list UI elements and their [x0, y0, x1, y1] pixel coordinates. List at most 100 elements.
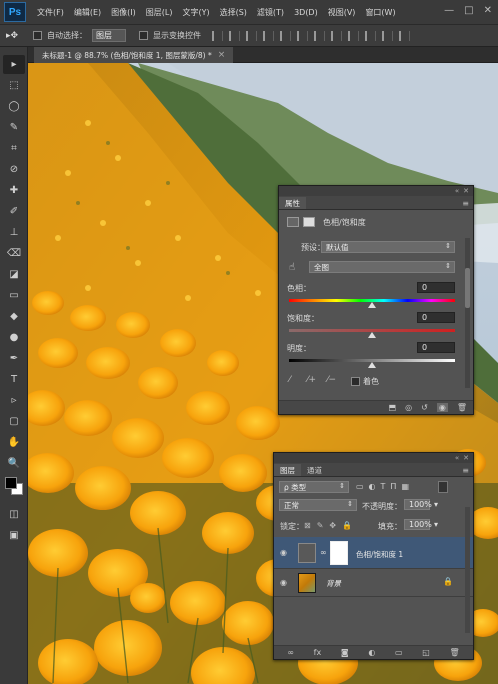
auto-select-dropdown[interactable]: 图层	[92, 29, 126, 42]
layer-hue-saturation[interactable]: ◉ ∞ 色相/饱和度 1	[274, 537, 473, 569]
eyedropper-icon[interactable]: ⁄	[289, 375, 291, 385]
saturation-input[interactable]: 0	[417, 312, 455, 323]
layer-filter-dropdown[interactable]: ρ 类型 ⇕	[279, 481, 349, 493]
blur-tool-icon[interactable]: ◆	[3, 307, 25, 326]
align-bottom-icon[interactable]	[246, 30, 257, 41]
targeted-adjustment-hand-icon[interactable]: ☝	[289, 262, 295, 273]
history-brush-tool-icon[interactable]: ⌫	[3, 244, 25, 263]
minimize-icon[interactable]: —	[444, 6, 454, 16]
eraser-tool-icon[interactable]: ◪	[3, 265, 25, 284]
collapse-panel-icon[interactable]: «	[455, 454, 459, 462]
menu-select[interactable]: 选择(S)	[215, 7, 252, 18]
shape-tool-icon[interactable]: ▢	[3, 412, 25, 431]
layer-background[interactable]: ◉ 背景 🔒	[274, 569, 473, 597]
crop-tool-icon[interactable]: ⌗	[3, 139, 25, 158]
type-tool-icon[interactable]: T	[3, 370, 25, 389]
zoom-tool-icon[interactable]: 🔍	[3, 454, 25, 473]
eyedropper-tool-icon[interactable]: ⊘	[3, 160, 25, 179]
quick-mask-icon[interactable]: ◫	[3, 505, 25, 524]
menu-file[interactable]: 文件(F)	[32, 7, 69, 18]
channel-dropdown[interactable]: 全图 ⇕	[309, 261, 455, 273]
properties-scrollbar[interactable]	[465, 238, 470, 388]
pen-tool-icon[interactable]: ✒	[3, 349, 25, 368]
screen-mode-icon[interactable]: ▣	[3, 526, 25, 545]
distribute-hcenter-icon[interactable]	[382, 30, 393, 41]
auto-select-checkbox[interactable]	[33, 31, 42, 40]
gradient-tool-icon[interactable]: ▭	[3, 286, 25, 305]
path-select-tool-icon[interactable]: ▹	[3, 391, 25, 410]
distribute-bottom-icon[interactable]	[348, 30, 359, 41]
eye-icon[interactable]: ◉	[280, 578, 287, 587]
clip-to-layer-icon[interactable]: ⬒	[389, 403, 397, 412]
eyedropper-plus-icon[interactable]: ⁄+	[307, 375, 316, 385]
marquee-tool-icon[interactable]: ⬚	[3, 76, 25, 95]
delete-layer-icon[interactable]: 🗑	[449, 648, 459, 657]
menu-edit[interactable]: 编辑(E)	[69, 7, 106, 18]
lightness-input[interactable]: 0	[417, 342, 455, 353]
link-icon[interactable]: ∞	[320, 548, 327, 557]
preset-dropdown[interactable]: 默认值 ⇕	[321, 241, 455, 253]
add-mask-icon[interactable]: ◙	[341, 648, 349, 657]
dodge-tool-icon[interactable]: ●	[3, 328, 25, 347]
distribute-left-icon[interactable]	[365, 30, 376, 41]
blend-mode-dropdown[interactable]: 正常 ⇕	[279, 499, 357, 511]
menu-view[interactable]: 视图(V)	[323, 7, 361, 18]
align-hcenter-icon[interactable]	[280, 30, 291, 41]
filter-icons[interactable]: ▭◐TΠ▦	[356, 482, 414, 491]
menu-filter[interactable]: 滤镜(T)	[252, 7, 289, 18]
layers-scrollbar[interactable]	[465, 507, 470, 633]
brush-tool-icon[interactable]: ✐	[3, 202, 25, 221]
menu-layer[interactable]: 图层(L)	[141, 7, 178, 18]
new-layer-icon[interactable]: ◱	[422, 648, 430, 657]
panel-menu-icon[interactable]: ≡	[462, 199, 469, 208]
view-previous-icon[interactable]: ◎	[405, 403, 412, 412]
opacity-arrow-icon[interactable]: ▾	[434, 500, 438, 509]
eyedropper-minus-icon[interactable]: ⁄−	[327, 375, 336, 385]
new-group-icon[interactable]: ▭	[395, 648, 403, 657]
trash-icon[interactable]: 🗑	[457, 403, 467, 412]
tab-properties[interactable]: 属性	[279, 197, 306, 209]
distribute-vcenter-icon[interactable]	[331, 30, 342, 41]
stamp-tool-icon[interactable]: ⊥	[3, 223, 25, 242]
link-layers-icon[interactable]: ∞	[287, 648, 294, 657]
saturation-slider-thumb[interactable]	[368, 332, 376, 338]
close-document-icon[interactable]: ×	[218, 50, 226, 60]
colorize-checkbox[interactable]	[351, 377, 360, 386]
panel-menu-icon[interactable]: ≡	[462, 466, 469, 475]
scrollbar-thumb[interactable]	[465, 268, 470, 308]
hand-tool-icon[interactable]: ✋	[3, 433, 25, 452]
opacity-input[interactable]: 100%	[404, 499, 432, 510]
tab-layers[interactable]: 图层	[274, 464, 301, 476]
lightness-slider-thumb[interactable]	[368, 362, 376, 368]
fill-arrow-icon[interactable]: ▾	[434, 520, 438, 529]
document-tab[interactable]: 未标题-1 @ 88.7% (色相/饱和度 1, 图层蒙版/8) * ×	[34, 47, 234, 63]
align-top-icon[interactable]	[212, 30, 223, 41]
reset-icon[interactable]: ↺	[421, 403, 428, 412]
eye-icon[interactable]: ◉	[280, 548, 287, 557]
move-tool-preset-icon[interactable]: ▸✥	[6, 29, 28, 43]
close-panel-icon[interactable]: ✕	[463, 187, 469, 195]
layer-mask-icon[interactable]	[303, 217, 315, 227]
align-left-icon[interactable]	[263, 30, 274, 41]
quick-select-tool-icon[interactable]: ✎	[3, 118, 25, 137]
layer-style-icon[interactable]: fx	[314, 648, 322, 657]
align-right-icon[interactable]	[297, 30, 308, 41]
menu-3d[interactable]: 3D(D)	[289, 8, 323, 17]
menu-window[interactable]: 窗口(W)	[360, 7, 400, 18]
layer-mask-thumbnail[interactable]	[330, 541, 348, 565]
foreground-color-swatch[interactable]	[5, 477, 17, 489]
show-transform-checkbox[interactable]	[139, 31, 148, 40]
close-panel-icon[interactable]: ✕	[463, 454, 469, 462]
filter-toggle[interactable]	[438, 481, 448, 493]
visibility-icon[interactable]: ◉	[436, 403, 448, 412]
maximize-icon[interactable]: □	[464, 6, 473, 16]
healing-tool-icon[interactable]: ✚	[3, 181, 25, 200]
menu-type[interactable]: 文字(Y)	[177, 7, 214, 18]
collapse-panel-icon[interactable]: «	[455, 187, 459, 195]
fill-input[interactable]: 100%	[404, 519, 432, 530]
new-adjustment-icon[interactable]: ◐	[368, 648, 375, 657]
move-tool-icon[interactable]: ▸	[3, 55, 25, 74]
close-icon[interactable]: ✕	[484, 6, 492, 16]
hue-input[interactable]: 0	[417, 282, 455, 293]
lasso-tool-icon[interactable]: ◯	[3, 97, 25, 116]
